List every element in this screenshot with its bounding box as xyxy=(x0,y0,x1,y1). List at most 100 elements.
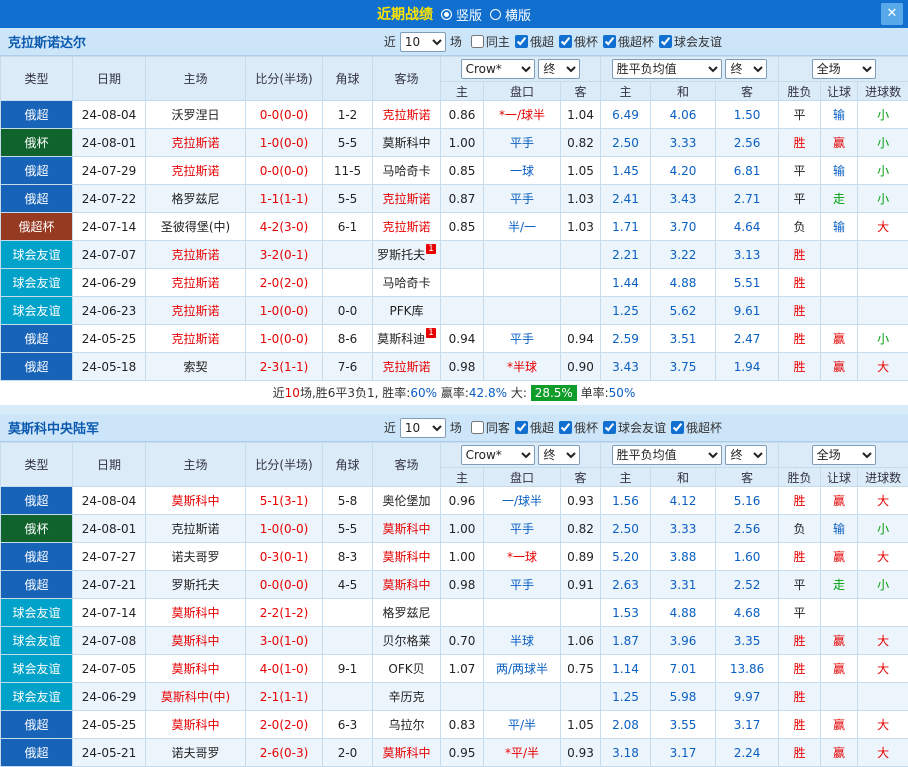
league-badge: 球会友谊 xyxy=(1,627,73,655)
league-filter-checkbox[interactable] xyxy=(471,421,484,434)
league-filter-checkbox[interactable] xyxy=(559,421,572,434)
corners: 4-5 xyxy=(323,571,373,599)
table-row: 俄超 24-05-25 莫斯科中 2-0(2-0) 6-3 乌拉尔 0.83 平… xyxy=(1,711,908,739)
table-row: 球会友谊 24-06-29 克拉斯诺 2-0(2-0) 马哈奇卡 1.44 4.… xyxy=(1,269,908,297)
europe-dropdowns-cell: 胜平负均值 终 xyxy=(601,443,779,468)
league-filter-俄超杯[interactable]: 俄超杯 xyxy=(671,419,722,436)
score: 2-0(2-0) xyxy=(246,711,323,739)
odds-draw: 4.12 xyxy=(651,487,716,515)
col-header-result: 胜负 xyxy=(779,468,821,487)
score: 4-0(1-0) xyxy=(246,655,323,683)
league-filter-球会友谊[interactable]: 球会友谊 xyxy=(603,419,666,436)
odds-home-win: 1.87 xyxy=(601,627,651,655)
col-header-hcap-result: 让球 xyxy=(821,82,858,101)
league-badge: 球会友谊 xyxy=(1,269,73,297)
handicap-line: 半球 xyxy=(484,627,561,655)
odds-home-win: 1.14 xyxy=(601,655,651,683)
home-team: 沃罗涅日 xyxy=(146,101,246,129)
col-header-date: 日期 xyxy=(73,443,146,487)
home-team: 诺夫哥罗 xyxy=(146,739,246,767)
away-team: 克拉斯诺 xyxy=(373,101,441,129)
league-filter-俄超[interactable]: 俄超 xyxy=(515,419,554,436)
match-result: 胜 xyxy=(779,487,821,515)
match-date: 24-07-29 xyxy=(73,157,146,185)
score: 5-1(3-1) xyxy=(246,487,323,515)
europe-stage-select[interactable]: 终 xyxy=(725,445,767,465)
odds-away-win: 5.51 xyxy=(716,269,779,297)
home-team: 莫斯科中(中) xyxy=(146,683,246,711)
odds-home-win: 1.25 xyxy=(601,297,651,325)
league-filter-俄超[interactable]: 俄超 xyxy=(515,33,554,50)
odds-draw: 3.33 xyxy=(651,515,716,543)
bookmaker-select[interactable]: Crow* xyxy=(461,445,535,465)
league-filter-同客[interactable]: 同客 xyxy=(471,419,510,436)
league-filters: 同客俄超俄杯 球会友谊俄超杯 xyxy=(466,419,722,436)
league-filter-checkbox[interactable] xyxy=(471,35,484,48)
handicap-home-odds: 0.70 xyxy=(441,627,484,655)
europe-odds-select[interactable]: 胜平负均值 xyxy=(612,59,722,79)
handicap-line: *平/半 xyxy=(484,739,561,767)
handicap-away-odds xyxy=(561,683,601,711)
goals-result: 小 xyxy=(858,571,908,599)
close-button[interactable]: ✕ xyxy=(881,3,903,25)
odds-home-win: 2.59 xyxy=(601,325,651,353)
odds-home-win: 2.63 xyxy=(601,571,651,599)
handicap-stage-select[interactable]: 终 xyxy=(538,445,580,465)
league-filter-checkbox[interactable] xyxy=(515,35,528,48)
score: 4-2(3-0) xyxy=(246,213,323,241)
match-result: 胜 xyxy=(779,739,821,767)
league-filter-球会友谊[interactable]: 球会友谊 xyxy=(659,33,722,50)
league-filters: 同主俄超俄杯俄超杯球会友谊 xyxy=(466,33,722,50)
handicap-line xyxy=(484,269,561,297)
odds-draw: 5.98 xyxy=(651,683,716,711)
col-header-date: 日期 xyxy=(73,57,146,101)
league-filter-checkbox[interactable] xyxy=(603,35,616,48)
odds-draw: 3.31 xyxy=(651,571,716,599)
corners: 7-6 xyxy=(323,353,373,381)
league-badge: 球会友谊 xyxy=(1,655,73,683)
odds-home-win: 2.41 xyxy=(601,185,651,213)
scope-select[interactable]: 全场 xyxy=(812,445,876,465)
summary-segment: 60% xyxy=(410,386,437,400)
table-row: 球会友谊 24-07-08 莫斯科中 3-0(1-0) 贝尔格莱 0.70 半球… xyxy=(1,627,908,655)
league-filter-checkbox[interactable] xyxy=(659,35,672,48)
league-filter-俄杯[interactable]: 俄杯 xyxy=(559,33,598,50)
layout-option-vertical[interactable]: 竖版 xyxy=(441,5,482,24)
recent-count-select[interactable]: 10 xyxy=(400,418,446,438)
score: 0-3(0-1) xyxy=(246,543,323,571)
table-row: 俄超 24-07-27 诺夫哥罗 0-3(0-1) 8-3 莫斯科中 1.00 … xyxy=(1,543,908,571)
handicap-home-odds: 0.83 xyxy=(441,711,484,739)
bookmaker-select[interactable]: Crow* xyxy=(461,59,535,79)
section-header: 克拉斯诺达尔 近 10 场 同主俄超俄杯俄超杯球会友谊 xyxy=(0,28,908,56)
scope-select[interactable]: 全场 xyxy=(812,59,876,79)
table-row: 俄超 24-05-21 诺夫哥罗 2-6(0-3) 2-0 莫斯科中 0.95 … xyxy=(1,739,908,767)
recent-count-select[interactable]: 10 xyxy=(400,32,446,52)
league-filter-checkbox[interactable] xyxy=(603,421,616,434)
checkbox-label: 球会友谊 xyxy=(618,419,666,436)
europe-stage-select[interactable]: 终 xyxy=(725,59,767,79)
match-date: 24-05-25 xyxy=(73,711,146,739)
score: 3-0(1-0) xyxy=(246,627,323,655)
handicap-stage-select[interactable]: 终 xyxy=(538,59,580,79)
league-filter-同主[interactable]: 同主 xyxy=(471,33,510,50)
match-date: 24-06-29 xyxy=(73,683,146,711)
odds-away-win: 3.17 xyxy=(716,711,779,739)
handicap-home-odds: 0.87 xyxy=(441,185,484,213)
league-filter-俄超杯[interactable]: 俄超杯 xyxy=(603,33,654,50)
home-team: 克拉斯诺 xyxy=(146,515,246,543)
handicap-away-odds: 1.06 xyxy=(561,627,601,655)
table-row: 球会友谊 24-07-05 莫斯科中 4-0(1-0) 9-1 OFK贝 1.0… xyxy=(1,655,908,683)
league-filter-俄杯[interactable]: 俄杯 xyxy=(559,419,598,436)
league-filter-checkbox[interactable] xyxy=(671,421,684,434)
match-result: 平 xyxy=(779,185,821,213)
away-team: 莫斯科迪1 xyxy=(373,325,441,353)
corners xyxy=(323,599,373,627)
layout-option-horizontal[interactable]: 横版 xyxy=(490,5,531,24)
league-filter-checkbox[interactable] xyxy=(515,421,528,434)
league-filter-checkbox[interactable] xyxy=(559,35,572,48)
corners: 11-5 xyxy=(323,157,373,185)
handicap-away-odds: 1.03 xyxy=(561,213,601,241)
europe-odds-select[interactable]: 胜平负均值 xyxy=(612,445,722,465)
score: 2-1(1-1) xyxy=(246,683,323,711)
col-header-type: 类型 xyxy=(1,57,73,101)
